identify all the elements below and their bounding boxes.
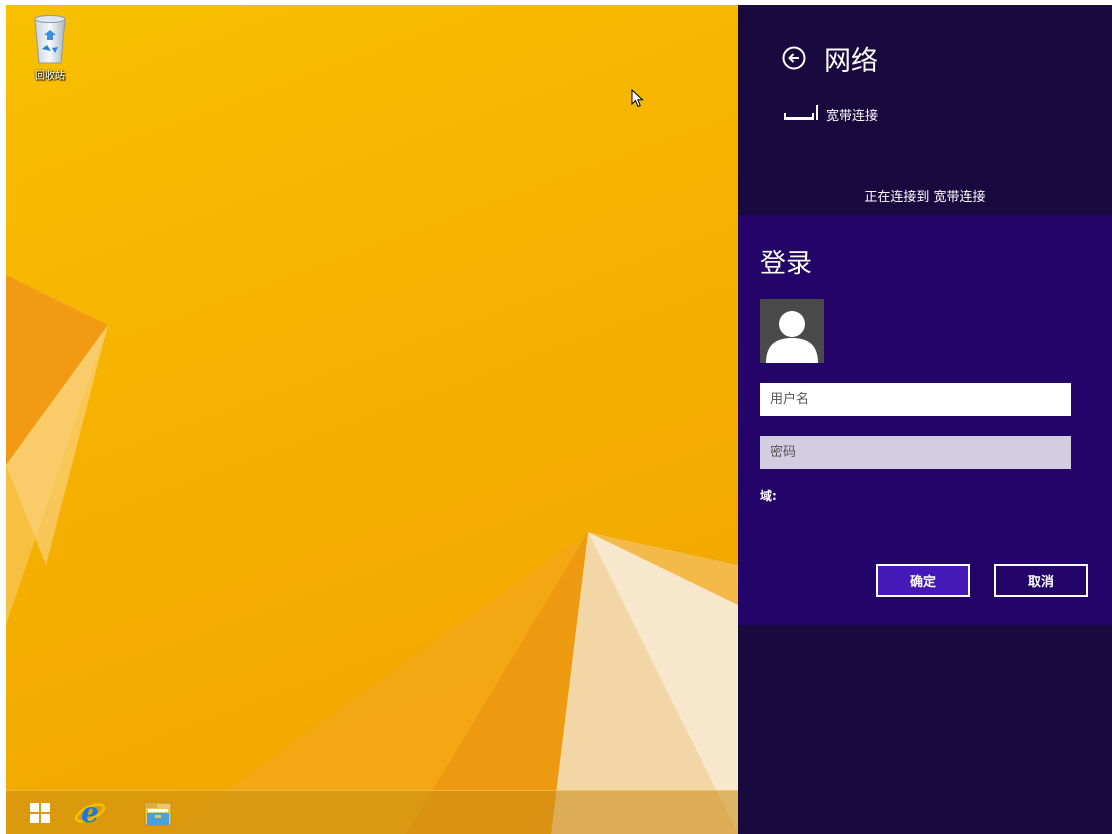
screen: 回收站 e 网络 宽带连接 正在连接到 宽带连接 登录 用户名 域: 确定 取消 xyxy=(6,5,1112,834)
login-title: 登录 xyxy=(760,249,813,279)
network-charm-panel: 网络 宽带连接 正在连接到 宽带连接 登录 用户名 域: 确定 取消 xyxy=(738,5,1112,834)
connection-status: 正在连接到 宽带连接 xyxy=(864,190,986,205)
username-field[interactable] xyxy=(760,383,1071,416)
recycle-bin-label: 回收站 xyxy=(35,71,65,82)
taskbar: e xyxy=(6,790,738,834)
mouse-cursor-icon xyxy=(631,89,644,108)
wired-connection-icon xyxy=(784,105,818,120)
ok-button[interactable]: 确定 xyxy=(876,564,970,597)
back-arrow-icon[interactable] xyxy=(782,46,806,70)
password-field[interactable] xyxy=(760,436,1071,469)
start-button[interactable] xyxy=(12,791,68,834)
panel-header: 网络 宽带连接 正在连接到 宽带连接 xyxy=(738,5,1112,215)
folder-icon xyxy=(144,802,172,826)
recycle-bin-icon xyxy=(34,15,66,64)
recycle-bin-shortcut[interactable]: 回收站 xyxy=(22,11,78,82)
file-explorer-button[interactable] xyxy=(130,791,186,834)
domain-label: 域: xyxy=(760,489,777,503)
wallpaper xyxy=(6,275,738,834)
panel-title: 网络 xyxy=(824,46,878,77)
windows-logo-icon xyxy=(30,803,50,823)
svg-text:e: e xyxy=(81,797,99,829)
internet-explorer-icon: e xyxy=(74,797,106,829)
user-silhouette-icon xyxy=(766,311,818,363)
internet-explorer-button[interactable]: e xyxy=(62,791,118,834)
desktop: 回收站 e xyxy=(6,5,738,834)
avatar xyxy=(760,299,824,363)
login-dialog: 登录 域: 确定 取消 xyxy=(738,215,1112,625)
cancel-button[interactable]: 取消 xyxy=(994,564,1088,597)
broadband-connection-item[interactable]: 宽带连接 xyxy=(782,103,878,133)
connection-name: 宽带连接 xyxy=(826,109,879,124)
